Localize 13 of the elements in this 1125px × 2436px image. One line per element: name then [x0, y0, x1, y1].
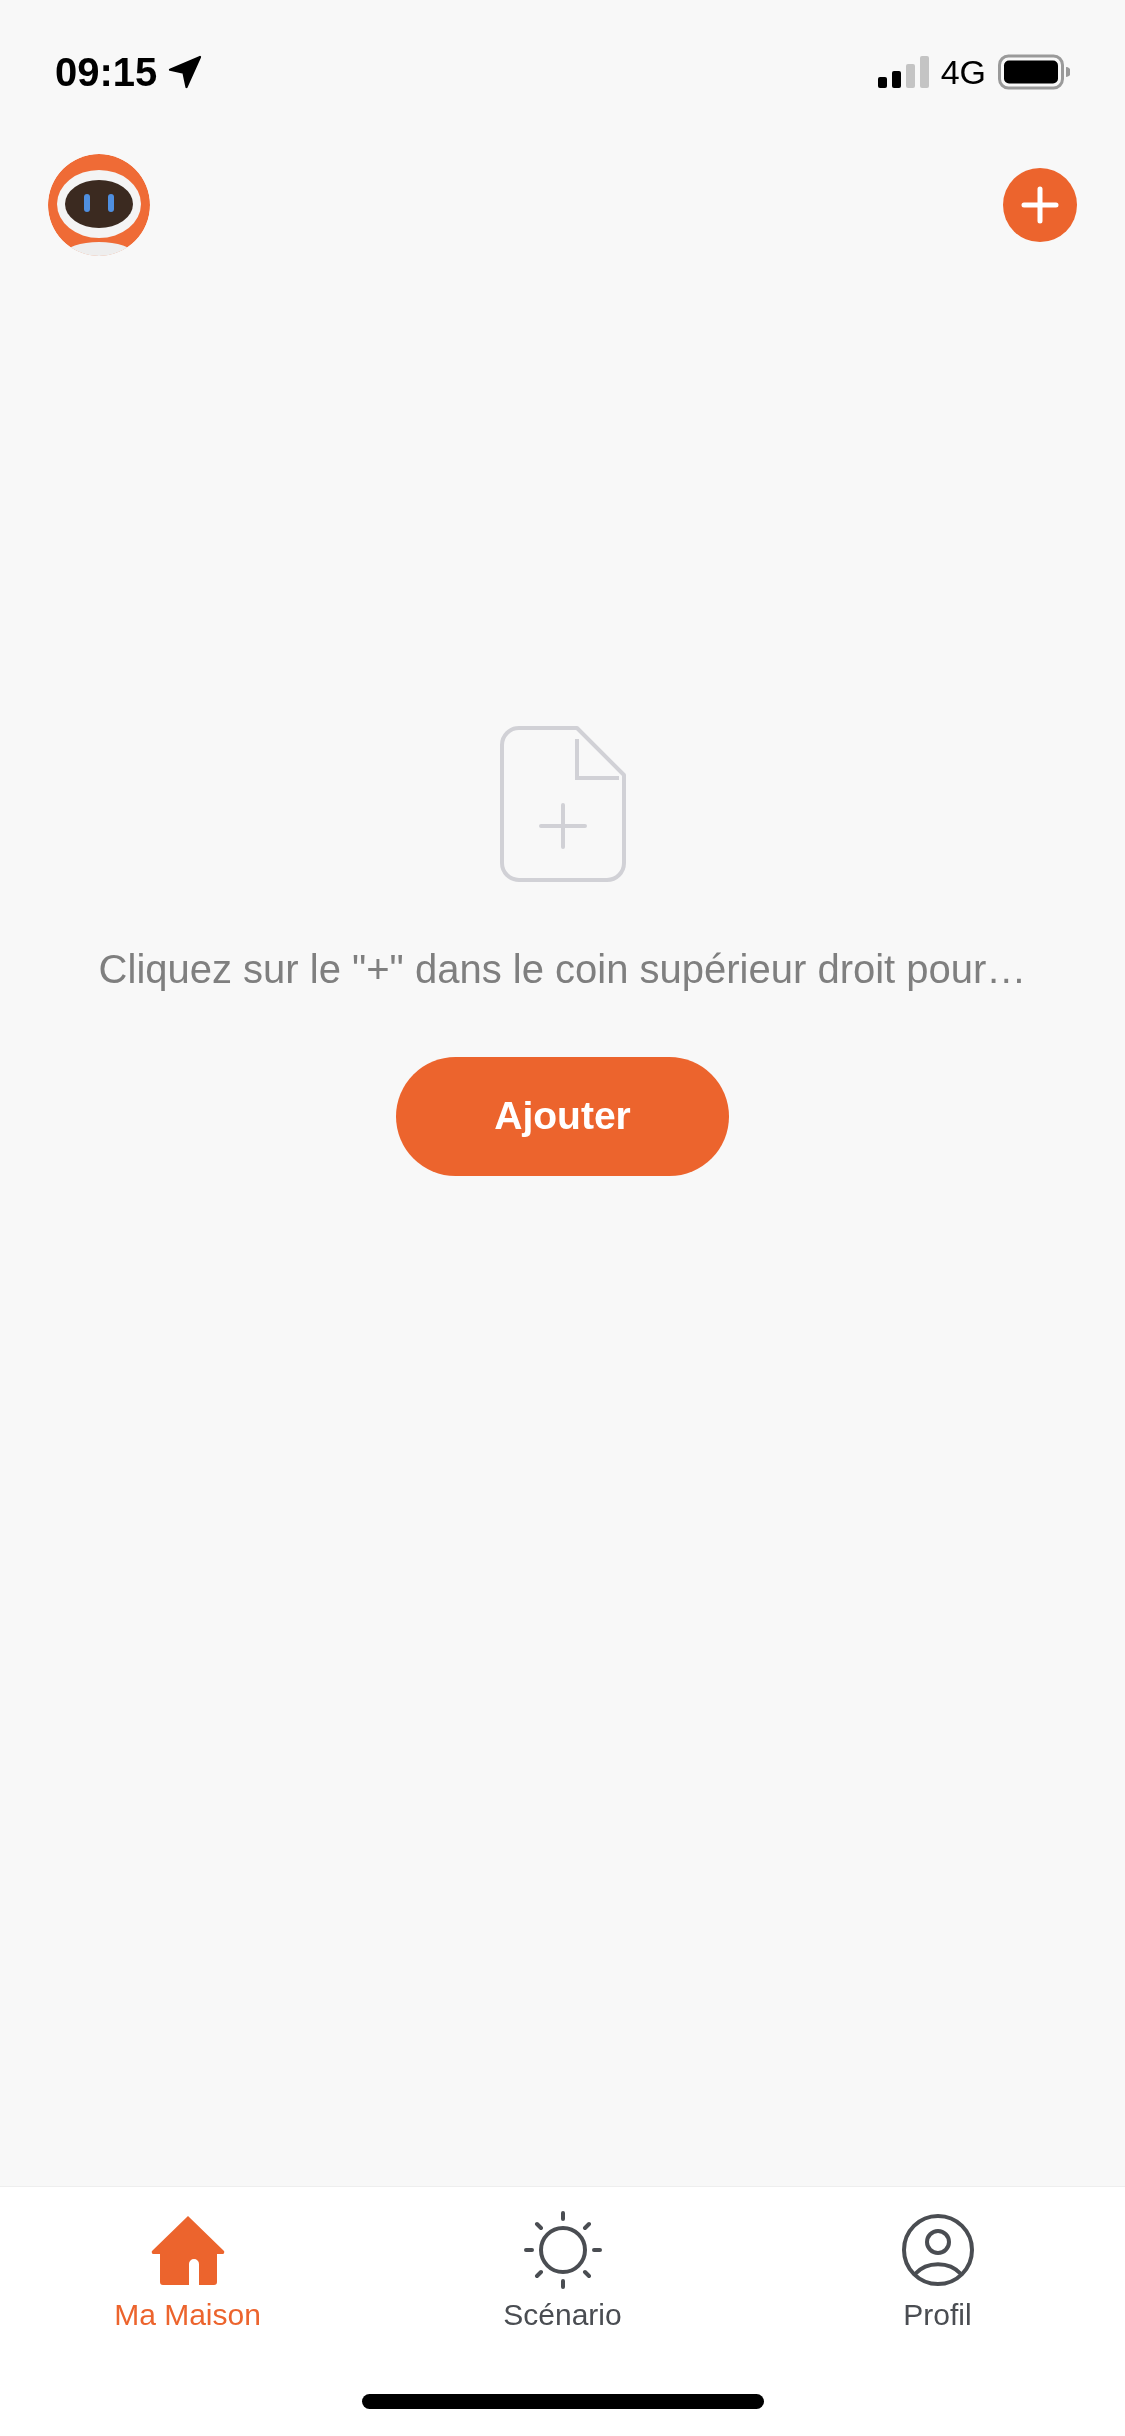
add-document-icon: [498, 725, 627, 883]
status-time: 09:15: [55, 49, 158, 96]
tab[interactable]: Scénario: [375, 2209, 750, 2337]
tab[interactable]: Profil: [750, 2209, 1125, 2337]
location-arrow-icon: [167, 54, 204, 90]
robot-avatar-icon: [48, 154, 150, 256]
signal-icon: [876, 55, 929, 89]
plus-icon: [1020, 185, 1060, 225]
network-label: 4G: [940, 51, 986, 93]
profile-icon: [900, 2213, 975, 2287]
empty-state-message: Cliquez sur le "+" dans le coin supérieur droit pour…: [98, 946, 1027, 993]
battery-icon: [998, 54, 1070, 90]
sun-icon: [523, 2211, 602, 2289]
